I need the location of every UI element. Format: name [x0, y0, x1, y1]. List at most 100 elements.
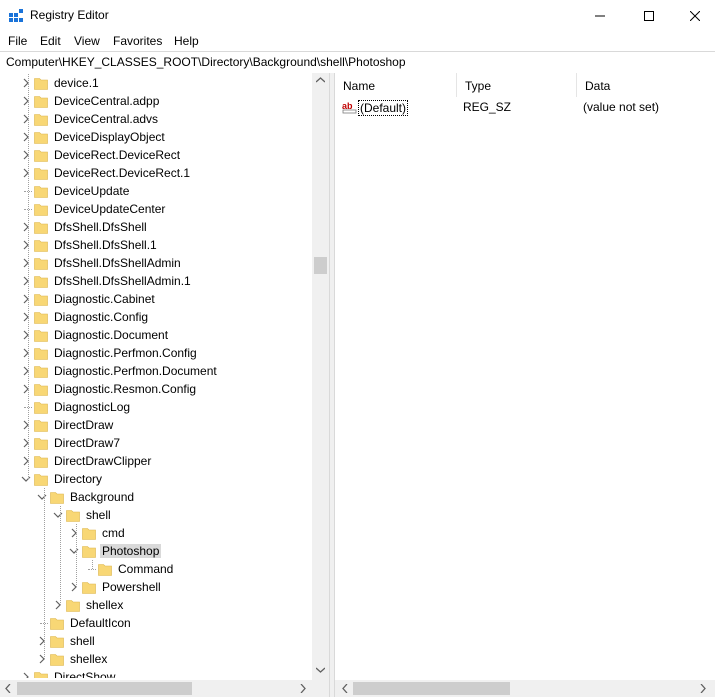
tree-item[interactable]: DirectDraw — [0, 416, 312, 434]
address-bar[interactable]: Computer\HKEY_CLASSES_ROOT\Directory\Bac… — [0, 51, 715, 74]
minimize-button[interactable] — [577, 0, 623, 31]
chevron-down-icon[interactable] — [69, 545, 79, 557]
tree-item-label[interactable]: Background — [68, 490, 136, 504]
column-header-data[interactable]: Data — [577, 73, 715, 97]
menu-file[interactable]: File — [8, 34, 27, 48]
chevron-right-icon[interactable] — [21, 95, 31, 107]
maximize-button[interactable] — [626, 0, 672, 31]
tree-item-label[interactable]: DeviceCentral.advs — [52, 112, 160, 126]
tree-item[interactable]: device.1 — [0, 74, 312, 92]
chevron-right-icon[interactable] — [21, 293, 31, 305]
tree-item[interactable]: DfsShell.DfsShellAdmin — [0, 254, 312, 272]
tree-item-label[interactable]: DfsShell.DfsShell — [52, 220, 149, 234]
chevron-right-icon[interactable] — [69, 581, 79, 593]
chevron-right-icon[interactable] — [21, 455, 31, 467]
tree-item-label[interactable]: Diagnostic.Config — [52, 310, 150, 324]
tree-item[interactable]: Directory — [0, 470, 312, 488]
column-header-name[interactable]: Name — [335, 73, 457, 97]
chevron-right-icon[interactable] — [21, 239, 31, 251]
tree-item-label[interactable]: DirectDraw — [52, 418, 115, 432]
chevron-right-icon[interactable] — [21, 419, 31, 431]
chevron-right-icon[interactable] — [53, 599, 63, 611]
tree-item[interactable]: Diagnostic.Config — [0, 308, 312, 326]
tree-item-label[interactable]: DeviceUpdate — [52, 184, 131, 198]
chevron-down-icon[interactable] — [37, 491, 47, 503]
tree-item-label[interactable]: device.1 — [52, 76, 101, 90]
menu-view[interactable]: View — [74, 34, 100, 48]
tree-item[interactable]: Diagnostic.Perfmon.Config — [0, 344, 312, 362]
tree-item[interactable]: DeviceRect.DeviceRect — [0, 146, 312, 164]
tree-item[interactable]: Diagnostic.Cabinet — [0, 290, 312, 308]
tree-item-label[interactable]: Diagnostic.Perfmon.Document — [52, 364, 219, 378]
list-item[interactable]: ab (Default) REG_SZ (value not set) — [335, 97, 715, 117]
tree-item[interactable]: Diagnostic.Document — [0, 326, 312, 344]
tree-item-label[interactable]: DfsShell.DfsShell.1 — [52, 238, 159, 252]
tree-item-label[interactable]: DeviceCentral.adpp — [52, 94, 161, 108]
tree-item[interactable]: DeviceUpdate — [0, 182, 312, 200]
chevron-right-icon[interactable] — [37, 635, 47, 647]
tree-scroll-thumb[interactable] — [314, 257, 327, 274]
chevron-right-icon[interactable] — [21, 275, 31, 287]
tree-item[interactable]: Photoshop — [0, 542, 312, 560]
tree-item-label[interactable]: DeviceDisplayObject — [52, 130, 167, 144]
chevron-right-icon[interactable] — [21, 437, 31, 449]
tree-item[interactable]: Background — [0, 488, 312, 506]
tree-item[interactable]: DfsShell.DfsShell.1 — [0, 236, 312, 254]
tree-item-label[interactable]: Directory — [52, 472, 104, 486]
chevron-down-icon[interactable] — [21, 473, 31, 485]
tree-item-label[interactable]: Diagnostic.Resmon.Config — [52, 382, 198, 396]
tree-item[interactable]: DiagnosticLog — [0, 398, 312, 416]
chevron-right-icon[interactable] — [21, 221, 31, 233]
tree-item-label[interactable]: Powershell — [100, 580, 163, 594]
tree-item[interactable]: DirectDraw7 — [0, 434, 312, 452]
tree-item-label[interactable]: Diagnostic.Document — [52, 328, 170, 342]
chevron-right-icon[interactable] — [21, 149, 31, 161]
column-header-type[interactable]: Type — [457, 73, 577, 97]
address-path[interactable]: Computer\HKEY_CLASSES_ROOT\Directory\Bac… — [6, 55, 406, 69]
scroll-left-icon[interactable] — [5, 684, 11, 693]
scroll-right-icon[interactable] — [300, 684, 306, 693]
chevron-right-icon[interactable] — [21, 365, 31, 377]
tree-item[interactable]: shell — [0, 506, 312, 524]
menu-favorites[interactable]: Favorites — [113, 34, 162, 48]
tree-item-label[interactable]: shellex — [84, 598, 125, 612]
values-list-pane[interactable]: Name Type Data ab (Default) REG_SZ (valu… — [335, 73, 715, 697]
tree-item-label[interactable]: DirectDrawClipper — [52, 454, 153, 468]
tree-item[interactable]: DeviceCentral.advs — [0, 110, 312, 128]
value-name[interactable]: (Default) — [358, 100, 409, 116]
tree-item-label[interactable]: Photoshop — [100, 544, 162, 558]
chevron-right-icon[interactable] — [37, 653, 47, 665]
tree-item[interactable]: DeviceRect.DeviceRect.1 — [0, 164, 312, 182]
chevron-right-icon[interactable] — [21, 311, 31, 323]
tree-item-label[interactable]: Diagnostic.Perfmon.Config — [52, 346, 199, 360]
menu-edit[interactable]: Edit — [40, 34, 61, 48]
tree-horizontal-scrollbar[interactable] — [0, 680, 312, 697]
tree-item[interactable]: DeviceCentral.adpp — [0, 92, 312, 110]
tree-item[interactable]: shellex — [0, 650, 312, 668]
tree-item-label[interactable]: DirectShow — [52, 670, 117, 678]
chevron-right-icon[interactable] — [21, 77, 31, 89]
tree-vertical-scrollbar[interactable] — [312, 73, 329, 680]
chevron-right-icon[interactable] — [21, 329, 31, 341]
tree-item-label[interactable]: shellex — [68, 652, 109, 666]
list-hscroll-thumb[interactable] — [353, 682, 510, 695]
tree-item[interactable]: DefaultIcon — [0, 614, 312, 632]
tree-item[interactable]: Command — [0, 560, 312, 578]
tree-item[interactable]: DirectDrawClipper — [0, 452, 312, 470]
tree-item[interactable]: DfsShell.DfsShellAdmin.1 — [0, 272, 312, 290]
tree-item-label[interactable]: DfsShell.DfsShellAdmin.1 — [52, 274, 193, 288]
tree-item[interactable]: shellex — [0, 596, 312, 614]
chevron-right-icon[interactable] — [69, 527, 79, 539]
tree-item[interactable]: DirectShow — [0, 668, 312, 678]
tree-item-label[interactable]: DirectDraw7 — [52, 436, 122, 450]
tree-item[interactable]: DeviceUpdateCenter — [0, 200, 312, 218]
tree-item-label[interactable]: cmd — [100, 526, 127, 540]
chevron-right-icon[interactable] — [21, 113, 31, 125]
scroll-up-icon[interactable] — [316, 77, 325, 83]
tree-item[interactable]: Diagnostic.Resmon.Config — [0, 380, 312, 398]
tree-item-label[interactable]: DfsShell.DfsShellAdmin — [52, 256, 183, 270]
menu-help[interactable]: Help — [174, 34, 199, 48]
scroll-down-icon[interactable] — [316, 667, 325, 673]
chevron-right-icon[interactable] — [21, 671, 31, 678]
chevron-right-icon[interactable] — [21, 383, 31, 395]
